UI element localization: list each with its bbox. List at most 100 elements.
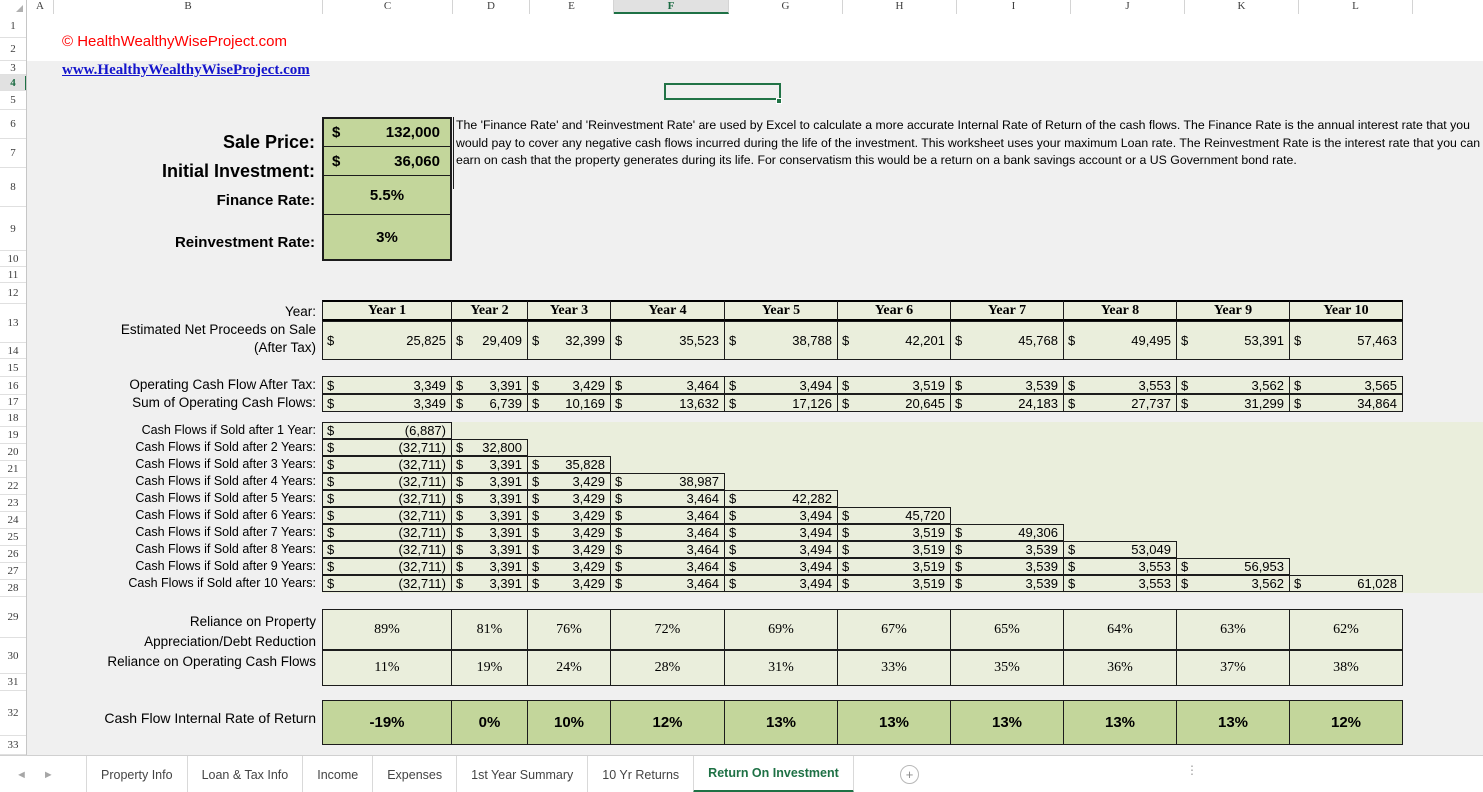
column-header-k[interactable]: K bbox=[1185, 0, 1299, 14]
net-proceeds-cell: $32,399 bbox=[527, 321, 611, 360]
sheet-tab-property-info[interactable]: Property Info bbox=[86, 756, 187, 792]
cashflow-row: $(32,711)$3,391$35,828 bbox=[322, 456, 1403, 473]
row-header-20[interactable]: 20 bbox=[0, 444, 26, 461]
sale-price-cell[interactable]: $ 132,000 bbox=[324, 119, 450, 147]
irr-cell: 13% bbox=[1063, 700, 1177, 745]
net-proceeds-cell: $38,788 bbox=[724, 321, 838, 360]
select-all-corner[interactable] bbox=[0, 0, 27, 14]
row-header-22[interactable]: 22 bbox=[0, 478, 26, 495]
sheet-tab-loan-tax-info[interactable]: Loan & Tax Info bbox=[187, 756, 303, 792]
column-header-j[interactable]: J bbox=[1071, 0, 1185, 14]
column-header-e[interactable]: E bbox=[530, 0, 614, 14]
net-proceeds-label-line2: (After Tax) bbox=[27, 339, 319, 357]
cashflow-rows: $ (6,887)$(32,711)$32,800$(32,711)$3,391$… bbox=[322, 422, 1403, 592]
row-header-26[interactable]: 26 bbox=[0, 546, 26, 563]
row-header-3[interactable]: 3 bbox=[0, 61, 26, 75]
cell-value: 56,953 bbox=[1197, 559, 1289, 574]
cell-value: 20,645 bbox=[858, 396, 950, 411]
website-link[interactable]: www.HealthyWealthyWiseProject.com bbox=[62, 62, 310, 79]
cashflow-cell: $45,720 bbox=[837, 507, 951, 524]
row-header-11[interactable]: 11 bbox=[0, 267, 26, 283]
currency-symbol: $ bbox=[1290, 396, 1310, 411]
currency-symbol: $ bbox=[611, 333, 631, 348]
sheet-tab-10-yr-returns[interactable]: 10 Yr Returns bbox=[587, 756, 693, 792]
currency-symbol: $ bbox=[528, 378, 548, 393]
row-header-32[interactable]: 32 bbox=[0, 691, 26, 736]
cell-value: 3,464 bbox=[631, 542, 724, 557]
currency-symbol: $ bbox=[323, 525, 343, 540]
currency-symbol: $ bbox=[1064, 559, 1084, 574]
cell-value: 3,464 bbox=[631, 559, 724, 574]
column-header-i[interactable]: I bbox=[957, 0, 1071, 14]
finance-rate-cell[interactable]: 5.5% bbox=[324, 176, 450, 215]
cell-value: (6,887) bbox=[343, 423, 451, 438]
row-header-2[interactable]: 2 bbox=[0, 38, 26, 61]
row-header-16[interactable]: 16 bbox=[0, 377, 26, 395]
row-header-1[interactable]: 1 bbox=[0, 14, 26, 38]
row-header-6[interactable]: 6 bbox=[0, 110, 26, 139]
reliance-opcf-cell: 33% bbox=[837, 650, 951, 686]
initial-investment-cell[interactable]: $ 36,060 bbox=[324, 147, 450, 176]
row-header-10[interactable]: 10 bbox=[0, 251, 26, 267]
reliance-opcf-cell: 28% bbox=[610, 650, 725, 686]
column-header-a[interactable]: A bbox=[27, 0, 54, 14]
tab-options-icon[interactable]: ⋮ bbox=[1186, 768, 1198, 773]
row-header-21[interactable]: 21 bbox=[0, 461, 26, 478]
prev-sheet-icon[interactable]: ◄ bbox=[16, 769, 27, 781]
cashflow-cell: $3,464 bbox=[610, 507, 725, 524]
cell-value: 3,464 bbox=[631, 525, 724, 540]
column-header-f[interactable]: F bbox=[614, 0, 729, 14]
column-header-h[interactable]: H bbox=[843, 0, 957, 14]
add-sheet-button[interactable]: + bbox=[900, 765, 919, 784]
row-header-18[interactable]: 18 bbox=[0, 410, 26, 427]
sheet-tab-1st-year-summary[interactable]: 1st Year Summary bbox=[456, 756, 587, 792]
row-header-33[interactable]: 33 bbox=[0, 736, 26, 755]
column-header-l[interactable]: L bbox=[1299, 0, 1413, 14]
year-header-row: Year 1Year 2Year 3Year 4Year 5Year 6Year… bbox=[322, 300, 1403, 321]
currency-symbol: $ bbox=[323, 542, 343, 557]
row-header-12[interactable]: 12 bbox=[0, 283, 26, 304]
operating-cashflow-row: $3,349$3,391$3,429$3,464$3,494$3,519$3,5… bbox=[322, 376, 1403, 394]
selected-cell-f4[interactable] bbox=[664, 83, 781, 100]
row-header-31[interactable]: 31 bbox=[0, 674, 26, 691]
currency-symbol: $ bbox=[611, 559, 631, 574]
row-header-7[interactable]: 7 bbox=[0, 139, 26, 168]
row-header-29[interactable]: 29 bbox=[0, 597, 26, 638]
row-header-9[interactable]: 9 bbox=[0, 207, 26, 251]
operating-cashflow-cell: $3,494 bbox=[724, 376, 838, 394]
currency-symbol: $ bbox=[452, 378, 472, 393]
column-header-c[interactable]: C bbox=[323, 0, 453, 14]
row-header-15[interactable]: 15 bbox=[0, 359, 26, 377]
row-header-28[interactable]: 28 bbox=[0, 580, 26, 597]
row-header-25[interactable]: 25 bbox=[0, 529, 26, 546]
row-header-19[interactable]: 19 bbox=[0, 427, 26, 444]
row-header-5[interactable]: 5 bbox=[0, 91, 26, 110]
row-header-27[interactable]: 27 bbox=[0, 563, 26, 580]
cashflow-cell: $3,539 bbox=[950, 541, 1064, 558]
row-header-4[interactable]: 4 bbox=[0, 75, 26, 91]
reinvestment-rate-cell[interactable]: 3% bbox=[324, 215, 450, 259]
cell-value: 3,539 bbox=[971, 559, 1063, 574]
cashflow-cell: $3,391 bbox=[451, 524, 528, 541]
cell-value: 25,825 bbox=[343, 333, 451, 348]
sheet-tab-return-on-investment[interactable]: Return On Investment bbox=[693, 756, 854, 792]
column-header-g[interactable]: G bbox=[729, 0, 843, 14]
fill-handle[interactable] bbox=[776, 98, 782, 104]
column-header-b[interactable]: B bbox=[54, 0, 323, 14]
row-header-8[interactable]: 8 bbox=[0, 168, 26, 207]
row-header-24[interactable]: 24 bbox=[0, 512, 26, 529]
cell-value: 3,464 bbox=[631, 491, 724, 506]
row-header-13[interactable]: 13 bbox=[0, 304, 26, 343]
row-header-14[interactable]: 14 bbox=[0, 343, 26, 359]
cell-value: 38,788 bbox=[745, 333, 837, 348]
row-header-23[interactable]: 23 bbox=[0, 495, 26, 512]
cashflow-cell: $3,494 bbox=[724, 558, 838, 575]
next-sheet-icon[interactable]: ► bbox=[43, 769, 54, 781]
row-header-17[interactable]: 17 bbox=[0, 395, 26, 410]
row-header-30[interactable]: 30 bbox=[0, 638, 26, 674]
column-header-d[interactable]: D bbox=[453, 0, 530, 14]
sheet-tab-expenses[interactable]: Expenses bbox=[372, 756, 456, 792]
cashflow-row: $(32,711)$32,800 bbox=[322, 439, 1403, 456]
sheet-tab-income[interactable]: Income bbox=[302, 756, 372, 792]
column-header-blank[interactable] bbox=[1413, 0, 1483, 14]
